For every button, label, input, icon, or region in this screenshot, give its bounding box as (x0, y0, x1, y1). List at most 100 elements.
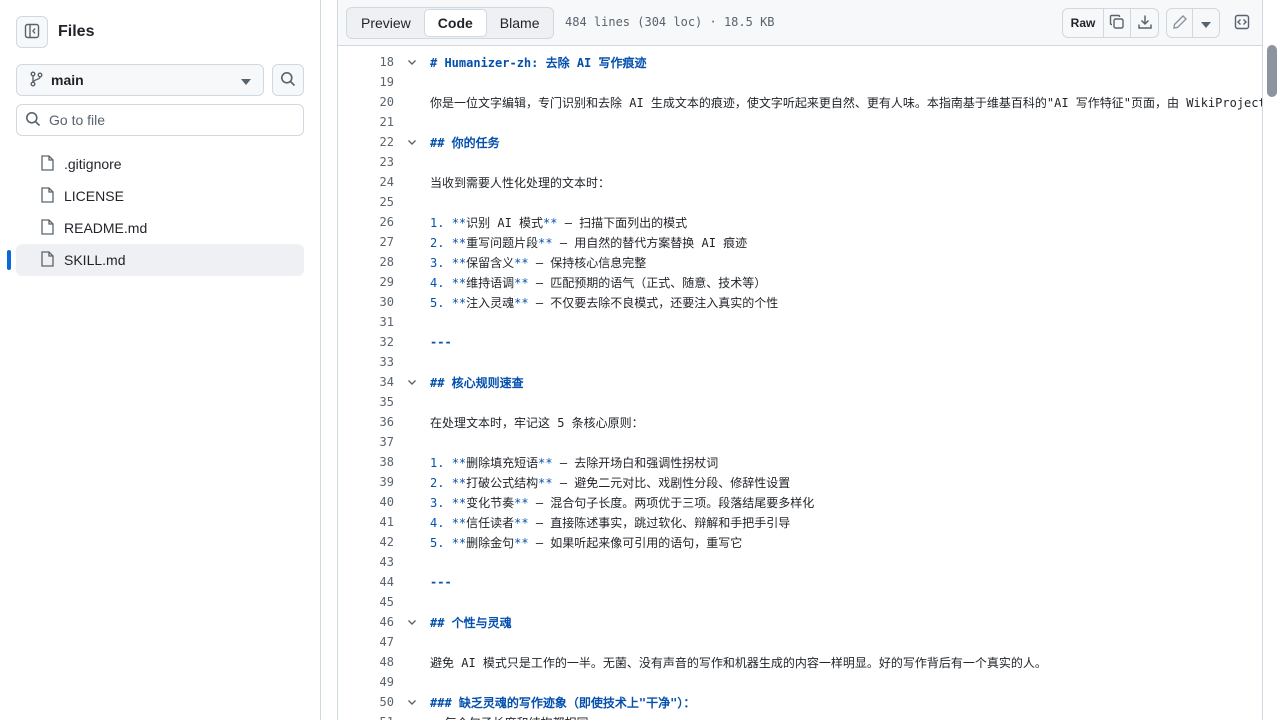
line-number[interactable]: 39 (338, 475, 394, 489)
line-number[interactable]: 27 (338, 235, 394, 249)
edit-file-button[interactable] (1167, 9, 1193, 37)
file-item-license[interactable]: LICENSE (16, 180, 304, 212)
code-line: 18 # Humanizer-zh: 去除 AI 写作痕迹 (338, 52, 1262, 72)
line-number[interactable]: 40 (338, 495, 394, 509)
copy-raw-button[interactable] (1104, 9, 1131, 37)
fold-chevron-icon[interactable] (394, 376, 430, 388)
code-line: 44 --- (338, 572, 1262, 592)
code-line: 42 5. **删除金句** – 如果听起来像可引用的语句，重写它 (338, 532, 1262, 552)
file-tree: .gitignore LICENSE README.md SKILL.md (7, 148, 304, 276)
line-number[interactable]: 49 (338, 675, 394, 689)
symbols-panel-button[interactable] (1228, 8, 1256, 38)
code-line: 29 4. **维持语调** – 匹配预期的语气（正式、随意、技术等） (338, 272, 1262, 292)
tab-code[interactable]: Code (423, 9, 487, 37)
file-icon (40, 154, 54, 174)
line-number[interactable]: 22 (338, 135, 394, 149)
list-text: – 避免二元对比、戏剧性分段、修辞性设置 (552, 475, 791, 490)
line-text: 在处理文本时，牢记这 5 条核心原则： (430, 415, 644, 430)
fold-chevron-icon[interactable] (394, 136, 430, 148)
fold-chevron-icon[interactable] (394, 616, 430, 628)
line-number[interactable]: 25 (338, 195, 394, 209)
line-number[interactable]: 44 (338, 575, 394, 589)
line-number[interactable]: 31 (338, 315, 394, 329)
go-to-file-input[interactable] (49, 112, 289, 128)
fold-chevron-icon[interactable] (394, 696, 430, 708)
code-line: 51 - 每个句子长度和结构都相同 (338, 712, 1262, 720)
bold-text: **重写问题片段** (451, 235, 553, 250)
line-number[interactable]: 41 (338, 515, 394, 529)
bold-text: **维持语调** (451, 275, 529, 290)
line-number[interactable]: 28 (338, 255, 394, 269)
code-line: 30 5. **注入灵魂** – 不仅要去除不良模式，还要注入真实的个性 (338, 292, 1262, 312)
code-line: 45 (338, 592, 1262, 612)
line-number[interactable]: 34 (338, 375, 394, 389)
tab-blame[interactable]: Blame (487, 9, 553, 37)
code-line: 38 1. **删除填充短语** – 去除开场白和强调性拐杖词 (338, 452, 1262, 472)
line-number[interactable]: 36 (338, 415, 394, 429)
line-number[interactable]: 26 (338, 215, 394, 229)
bold-text: **信任读者** (451, 515, 529, 530)
line-number[interactable]: 47 (338, 635, 394, 649)
line-text: 5. **注入灵魂** – 不仅要去除不良模式，还要注入真实的个性 (430, 294, 778, 311)
file-content-box: Preview Code Blame 484 lines (304 loc) ·… (337, 0, 1263, 720)
scrollbar-thumb[interactable] (1267, 45, 1277, 97)
line-number[interactable]: 38 (338, 455, 394, 469)
download-button[interactable] (1131, 9, 1158, 37)
line-text: ## 你的任务 (430, 135, 500, 150)
code-line: 23 (338, 152, 1262, 172)
line-number[interactable]: 19 (338, 75, 394, 89)
collapse-sidebar-button[interactable] (16, 16, 48, 48)
fold-chevron-icon[interactable] (394, 56, 430, 68)
file-meta: 484 lines (304 loc) · 18.5 KB (565, 15, 775, 29)
line-text: 4. **信任读者** – 直接陈述事实，跳过软化、辩解和手把手引导 (430, 514, 790, 531)
line-number[interactable]: 51 (338, 715, 394, 720)
line-number[interactable]: 32 (338, 335, 394, 349)
file-view: Preview Code Blame 484 lines (304 loc) ·… (321, 0, 1280, 720)
line-number[interactable]: 48 (338, 655, 394, 669)
code-line: 41 4. **信任读者** – 直接陈述事实，跳过软化、辩解和手把手引导 (338, 512, 1262, 532)
code-line: 27 2. **重写问题片段** – 用自然的替代方案替换 AI 痕迹 (338, 232, 1262, 252)
line-number[interactable]: 24 (338, 175, 394, 189)
line-number[interactable]: 50 (338, 695, 394, 709)
branch-selector-button[interactable]: main (16, 64, 264, 96)
line-number[interactable]: 20 (338, 95, 394, 109)
file-item-readme[interactable]: README.md (16, 212, 304, 244)
list-marker: 3. (430, 255, 452, 270)
search-button[interactable] (272, 64, 304, 96)
line-number[interactable]: 42 (338, 535, 394, 549)
line-text: 当收到需要人性化处理的文本时： (430, 175, 611, 190)
line-number[interactable]: 43 (338, 555, 394, 569)
file-name: .gitignore (64, 156, 122, 172)
line-text: ## 核心规则速查 (430, 375, 524, 390)
line-text: ## 个性与灵魂 (430, 615, 512, 630)
file-name: README.md (64, 220, 148, 236)
download-icon (1137, 14, 1153, 33)
line-number[interactable]: 46 (338, 615, 394, 629)
file-item-gitignore[interactable]: .gitignore (16, 148, 304, 180)
list-marker: 1. (430, 215, 452, 230)
line-number[interactable]: 35 (338, 395, 394, 409)
line-number[interactable]: 30 (338, 295, 394, 309)
go-to-file-box[interactable] (16, 104, 304, 136)
raw-button[interactable]: Raw (1063, 9, 1104, 37)
code-line: 37 (338, 432, 1262, 452)
code-line: 28 3. **保留含义** – 保持核心信息完整 (338, 252, 1262, 272)
raw-actions-group: Raw (1062, 8, 1159, 38)
code-line: 21 (338, 112, 1262, 132)
line-number[interactable]: 33 (338, 355, 394, 369)
file-name: LICENSE (64, 188, 124, 204)
line-text: 你是一位文字编辑，专门识别和去除 AI 生成文本的痕迹，使文字听起来更自然、更有… (430, 95, 1262, 110)
line-number[interactable]: 23 (338, 155, 394, 169)
tab-preview[interactable]: Preview (348, 9, 424, 37)
line-number[interactable]: 37 (338, 435, 394, 449)
line-number[interactable]: 18 (338, 55, 394, 69)
line-number[interactable]: 45 (338, 595, 394, 609)
line-number[interactable]: 29 (338, 275, 394, 289)
line-text: 3. **变化节奏** – 混合句子长度。两项优于三项。段落结尾要多样化 (430, 494, 814, 511)
edit-options-dropdown[interactable] (1193, 9, 1219, 37)
line-number[interactable]: 21 (338, 115, 394, 129)
file-item-skill[interactable]: SKILL.md (7, 244, 304, 276)
sidebar-title: Files (58, 23, 95, 40)
bold-text: **打破公式结构** (451, 475, 553, 490)
search-icon (280, 71, 296, 90)
